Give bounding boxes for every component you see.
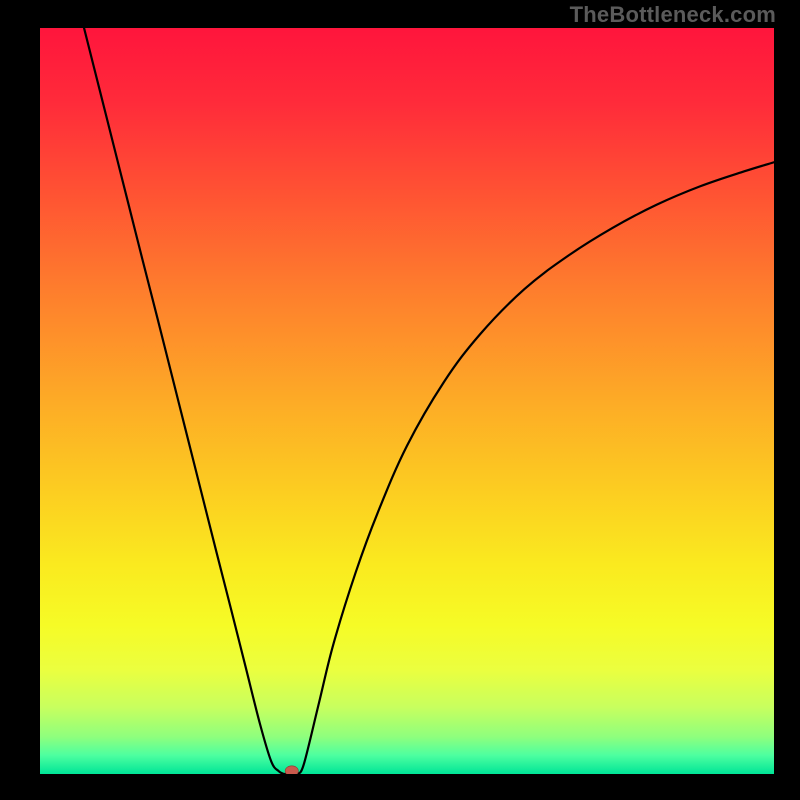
plot-svg — [40, 28, 774, 774]
chart-frame: TheBottleneck.com — [0, 0, 800, 800]
plot-area — [40, 28, 774, 774]
watermark-text: TheBottleneck.com — [570, 2, 776, 28]
optimum-marker — [285, 766, 298, 774]
gradient-background — [40, 28, 774, 774]
